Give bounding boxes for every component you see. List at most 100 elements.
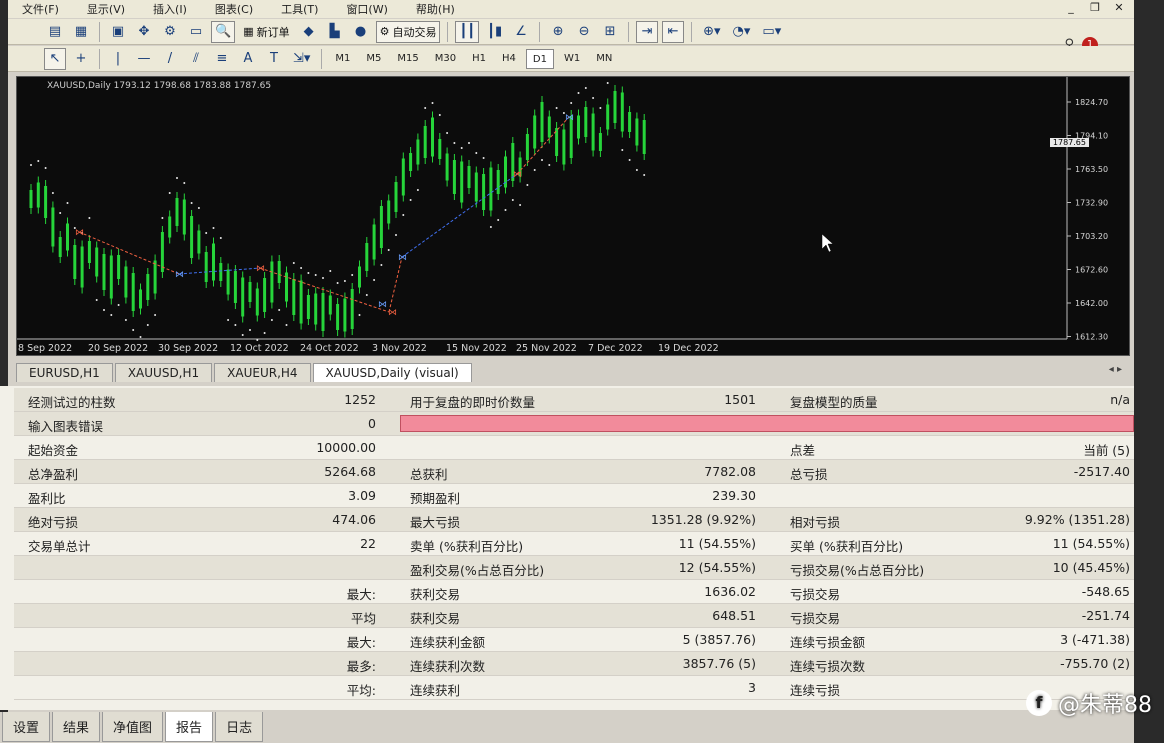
- cursor-icon[interactable]: ↖: [44, 47, 66, 70]
- menu-window[interactable]: 窗口(W): [332, 1, 401, 17]
- timeframe-m5[interactable]: M5: [360, 49, 387, 69]
- navigator-icon[interactable]: ✥: [133, 21, 155, 43]
- sar-dot: [132, 329, 135, 331]
- price-label: 1732.90: [1075, 199, 1108, 208]
- timeframe-m15[interactable]: M15: [391, 49, 424, 69]
- value-initial-deposit: 10000.00: [316, 440, 376, 455]
- sar-dot: [278, 309, 281, 311]
- candle-body: [87, 241, 91, 263]
- sar-dot: [577, 92, 580, 94]
- candle-body: [343, 298, 347, 332]
- timeframe-mn[interactable]: MN: [590, 49, 618, 69]
- new-chart-icon[interactable]: ▤: [44, 21, 66, 43]
- sar-dot: [358, 314, 361, 316]
- report-row-deposit: 起始资金 10000.00 点差 当前 (5): [14, 436, 1134, 460]
- autoscroll-icon[interactable]: ⇥: [636, 20, 659, 43]
- candle-body: [372, 224, 376, 260]
- chart-tab-xauusd-h1[interactable]: XAUUSD,H1: [114, 363, 213, 382]
- text-icon[interactable]: A: [237, 48, 259, 70]
- menu-tools[interactable]: 工具(T): [267, 1, 332, 17]
- market-watch-icon[interactable]: ▣: [107, 21, 129, 43]
- price-chart[interactable]: 1824.70 1794.10 1763.50 1732.90 1703.20 1672.…: [16, 76, 1130, 356]
- sar-dot: [351, 274, 354, 276]
- candle-body: [226, 269, 230, 295]
- value-profit-trades: 12 (54.55%): [678, 560, 756, 575]
- menu-help[interactable]: 帮助(H): [402, 1, 469, 17]
- timeframe-m1[interactable]: M1: [329, 49, 356, 69]
- timeframe-d1[interactable]: D1: [525, 48, 554, 69]
- timeframe-h1[interactable]: H1: [466, 49, 492, 69]
- timeframe-m30[interactable]: M30: [429, 49, 462, 69]
- metaeditor-icon[interactable]: ◆: [298, 21, 320, 43]
- candle-body: [409, 153, 413, 171]
- candle-body: [452, 160, 456, 194]
- new-order-button[interactable]: ▦ 新订单: [239, 21, 293, 43]
- trendline-icon[interactable]: /: [159, 48, 181, 70]
- terminal-icon[interactable]: ▭: [185, 21, 207, 43]
- candle-body: [248, 282, 252, 302]
- chart-shift-icon[interactable]: ⇤: [662, 20, 685, 43]
- tab-graph[interactable]: 净值图: [102, 712, 164, 742]
- menu-insert[interactable]: 插入(I): [139, 1, 201, 17]
- sar-dot: [249, 329, 251, 331]
- close-button[interactable]: ✕: [1108, 0, 1130, 16]
- chart-ohlc-info: XAUUSD,Daily 1793.12 1798.68 1783.88 178…: [47, 81, 272, 91]
- sar-dot: [519, 204, 522, 206]
- sar-dot: [103, 309, 105, 311]
- label-average-profit-trade: 获利交易: [410, 611, 461, 626]
- date-label: 20 Sep 2022: [88, 343, 148, 354]
- vertical-line-icon[interactable]: |: [107, 48, 129, 70]
- label-short-positions: 卖单 (%获利百分比): [410, 539, 524, 554]
- indicators-icon[interactable]: ⊕▾: [699, 21, 724, 43]
- candle-body: [423, 126, 427, 158]
- strategy-tester-icon[interactable]: 🔍: [211, 20, 236, 43]
- line-chart-icon[interactable]: ∠: [510, 21, 532, 43]
- profiles-icon[interactable]: ▦: [70, 21, 92, 43]
- tab-results[interactable]: 结果: [52, 712, 101, 742]
- menu-charts[interactable]: 图表(C): [201, 1, 267, 17]
- zoom-out-icon[interactable]: ⊖: [573, 21, 595, 43]
- equidistant-channel-icon[interactable]: ⫽: [185, 48, 207, 70]
- candle-body: [431, 117, 434, 157]
- sar-dot: [606, 82, 609, 84]
- timeframe-w1[interactable]: W1: [558, 49, 586, 69]
- data-window-icon[interactable]: ⚙: [159, 21, 181, 43]
- tile-windows-icon[interactable]: ⊞: [599, 21, 621, 43]
- tab-scroll-arrows[interactable]: ◂ ▸: [1109, 364, 1122, 375]
- sar-dot: [110, 314, 113, 316]
- sar-dot: [475, 152, 478, 154]
- zoom-in-icon[interactable]: ⊕: [547, 21, 569, 43]
- fibonacci-icon[interactable]: ≡: [211, 48, 233, 70]
- chart-tab-xaueur-h4[interactable]: XAUEUR,H4: [214, 363, 311, 382]
- crosshair-icon[interactable]: +: [70, 48, 92, 70]
- timeframe-h4[interactable]: H4: [496, 49, 522, 69]
- candlestick-icon[interactable]: ┃▮: [483, 21, 506, 43]
- auto-trading-button[interactable]: ⚙ 自动交易: [375, 20, 441, 43]
- text-label-icon[interactable]: T: [263, 48, 285, 70]
- tab-report[interactable]: 报告: [165, 712, 214, 742]
- new-order-label: 新订单: [256, 25, 290, 39]
- arrows-icon[interactable]: ⇲▾: [289, 48, 314, 70]
- signals-icon[interactable]: ●: [350, 21, 372, 43]
- chart-tab-eurusd-h1[interactable]: EURUSD,H1: [16, 363, 113, 382]
- menu-file[interactable]: 文件(F): [8, 1, 73, 17]
- candle-body: [533, 115, 537, 149]
- periods-icon[interactable]: ◔▾: [729, 21, 755, 43]
- restore-button[interactable]: ❐: [1084, 0, 1106, 16]
- market-icon[interactable]: ▙: [324, 21, 346, 43]
- minimize-button[interactable]: _: [1060, 0, 1082, 16]
- bar-chart-icon[interactable]: ┃┃: [455, 20, 480, 43]
- price-label: 1703.20: [1075, 232, 1108, 241]
- candle-body: [66, 223, 69, 251]
- templates-icon[interactable]: ▭▾: [758, 21, 785, 43]
- tab-journal[interactable]: 日志: [215, 712, 264, 742]
- sar-dot: [234, 324, 237, 326]
- horizontal-line-icon[interactable]: —: [133, 48, 155, 70]
- menu-view[interactable]: 显示(V): [73, 1, 139, 17]
- label-profit-factor: 盈利比: [28, 491, 66, 506]
- value-max-consecutive-losses: 3 (-471.38): [1060, 632, 1130, 647]
- watermark-text: @朱蒂88: [1058, 693, 1152, 718]
- tab-settings[interactable]: 设置: [2, 712, 51, 742]
- chart-tab-xauusd-daily[interactable]: XAUUSD,Daily (visual): [312, 363, 472, 382]
- candle-body: [73, 245, 77, 279]
